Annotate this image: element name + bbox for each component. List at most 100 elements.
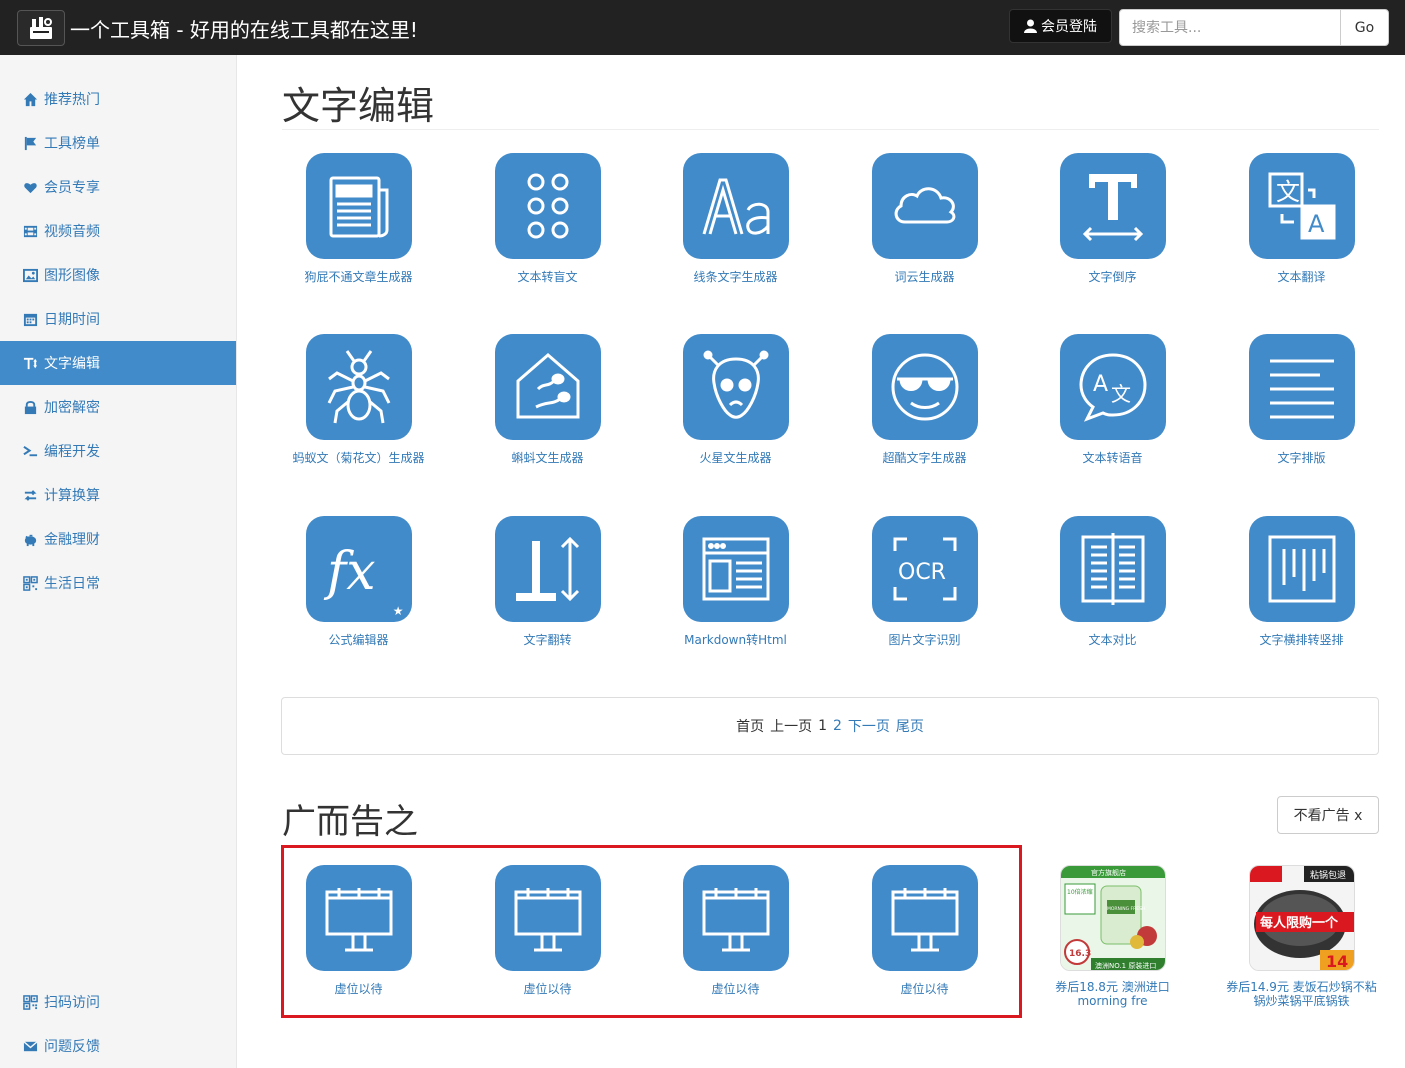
top-navbar: 一个工具箱 - 好用的在线工具都在这里! 会员登陆 Go — [0, 0, 1405, 55]
sidebar-item-scan-qr[interactable]: 扫码访问 — [0, 980, 236, 1024]
sidebar-item-label: 扫码访问 — [44, 995, 100, 1011]
ad-slot[interactable]: 虚位以待 — [830, 865, 1019, 997]
picture-icon — [22, 267, 38, 283]
sidebar-item-ranking[interactable]: 工具榜单 — [0, 121, 236, 165]
tool-item[interactable]: 文字倒序 — [1018, 153, 1207, 285]
tool-item[interactable]: 蚂蚁文（菊花文）生成器 — [264, 334, 453, 466]
product-ad[interactable]: 官方旗舰店 10倍浓缩 MORNING FRESH 16.3 澳洲NO.1 原装… — [1018, 865, 1207, 1008]
svg-text:fx: fx — [323, 542, 376, 602]
member-login-button[interactable]: 会员登陆 — [1009, 9, 1112, 43]
sidebar-item-feedback[interactable]: 问题反馈 — [0, 1024, 236, 1068]
tool-label: 文字排版 — [1277, 451, 1326, 465]
svg-text:A: A — [1093, 372, 1108, 397]
ad-slot[interactable]: 虚位以待 — [453, 865, 642, 997]
sidebar-item-daily-life[interactable]: 生活日常 — [0, 561, 236, 605]
title-divider — [282, 129, 1379, 130]
sidebar-item-datetime[interactable]: 日期时间 — [0, 297, 236, 341]
tool-item[interactable]: 线条文字生成器 — [641, 153, 830, 285]
billboard-icon — [682, 865, 789, 971]
tool-label: 火星文生成器 — [699, 451, 772, 465]
product-image-text: 澳洲NO.1 原装进口 — [1095, 961, 1156, 970]
home-icon — [22, 91, 38, 107]
svg-text:A: A — [1308, 210, 1325, 238]
sidebar-item-graphics[interactable]: 图形图像 — [0, 253, 236, 297]
search-go-button[interactable]: Go — [1340, 9, 1389, 46]
ads-title: 广而告之 — [282, 802, 418, 842]
heart-icon — [22, 179, 38, 195]
tool-item[interactable]: OCR 图片文字识别 — [830, 516, 1019, 648]
tool-item[interactable]: 词云生成器 — [830, 153, 1019, 285]
text-height-icon — [22, 355, 38, 371]
tool-item[interactable]: 火星文生成器 — [641, 334, 830, 466]
sidebar-item-hot[interactable]: 推荐热门 — [0, 77, 236, 121]
text-flip-icon — [494, 516, 601, 622]
tool-label: 文字翻转 — [523, 633, 572, 647]
newspaper-icon — [305, 153, 412, 259]
tool-label: 线条文字生成器 — [693, 270, 778, 284]
tool-item[interactable]: 蝌蚪文生成器 — [453, 334, 642, 466]
ad-slot[interactable]: 虚位以待 — [641, 865, 830, 997]
product-image-text: 14 — [1326, 952, 1348, 971]
tool-label: 狗屁不通文章生成器 — [304, 270, 413, 284]
tool-item[interactable]: 超酷文字生成器 — [830, 334, 1019, 466]
tool-label: 文本翻译 — [1277, 270, 1326, 284]
tool-item[interactable]: 文 A 文本翻译 — [1207, 153, 1396, 285]
product-image-text: 16.3 — [1069, 949, 1091, 959]
tool-item[interactable]: 文字排版 — [1207, 334, 1396, 466]
product-ad[interactable]: 粘锅包退 每人限购一个 14 券后14.9元 麦饭石炒锅不粘锅炒菜锅平底锅铁 — [1207, 865, 1396, 1008]
sidebar-item-label: 图形图像 — [44, 268, 100, 284]
sidebar-item-label: 金融理财 — [44, 532, 100, 548]
billboard-icon — [871, 865, 978, 971]
sidebar-item-programming[interactable]: 编程开发 — [0, 429, 236, 473]
tool-label: 文本转语音 — [1082, 451, 1143, 465]
tool-item[interactable]: Markdown转Html — [641, 516, 830, 648]
sidebar-item-label: 会员专享 — [44, 180, 100, 196]
sidebar-item-label: 视频音频 — [44, 224, 100, 240]
sidebar-item-finance[interactable]: 金融理财 — [0, 517, 236, 561]
tool-item[interactable]: A 文 文本转语音 — [1018, 334, 1207, 466]
page-title: 文字编辑 — [282, 84, 435, 128]
ant-icon — [305, 334, 412, 440]
site-logo[interactable] — [17, 10, 65, 46]
film-icon — [22, 223, 38, 239]
ad-slot-label: 虚位以待 — [711, 982, 760, 996]
browser-window-icon — [682, 516, 789, 622]
ad-slot-label: 虚位以待 — [523, 982, 572, 996]
sidebar-item-label: 生活日常 — [44, 576, 100, 592]
pager-next[interactable]: 下一页 — [848, 716, 890, 736]
tool-item[interactable]: 狗屁不通文章生成器 — [264, 153, 453, 285]
tool-label: 公式编辑器 — [328, 633, 389, 647]
pager-prev[interactable]: 上一页 — [770, 716, 812, 736]
tool-item[interactable]: 文本转盲文 — [453, 153, 642, 285]
tool-label: 文字倒序 — [1088, 270, 1137, 284]
cool-face-icon — [871, 334, 978, 440]
sidebar-item-crypto[interactable]: 加密解密 — [0, 385, 236, 429]
sidebar-item-video-audio[interactable]: 视频音频 — [0, 209, 236, 253]
pager-last[interactable]: 尾页 — [896, 716, 924, 736]
product-image: 粘锅包退 每人限购一个 14 — [1248, 865, 1355, 971]
sidebar-item-member[interactable]: 会员专享 — [0, 165, 236, 209]
pager-first[interactable]: 首页 — [736, 716, 764, 736]
hide-ads-button[interactable]: 不看广告 x — [1277, 796, 1379, 834]
tool-item[interactable]: 文字翻转 — [453, 516, 642, 648]
alien-icon — [682, 334, 789, 440]
billboard-icon — [494, 865, 601, 971]
sidebar-item-calculation[interactable]: 计算换算 — [0, 473, 236, 517]
ad-slot[interactable]: 虚位以待 — [264, 865, 453, 997]
site-title[interactable]: 一个工具箱 - 好用的在线工具都在这里! — [70, 14, 418, 43]
sidebar-item-text-edit[interactable]: 文字编辑 — [0, 341, 236, 385]
sidebar-item-label: 加密解密 — [44, 400, 100, 416]
terminal-icon — [22, 443, 38, 459]
sidebar-item-label: 推荐热门 — [44, 92, 100, 108]
search-input[interactable] — [1119, 9, 1341, 46]
translate-icon: 文 A — [1248, 153, 1355, 259]
vertical-text-icon — [1248, 516, 1355, 622]
tool-item[interactable]: fx ★ 公式编辑器 — [264, 516, 453, 648]
pager-page-2[interactable]: 2 — [833, 718, 842, 734]
braille-icon — [494, 153, 601, 259]
envelope-icon — [22, 1038, 38, 1054]
tool-item[interactable]: 文字横排转竖排 — [1207, 516, 1396, 648]
tool-item[interactable]: 文本对比 — [1018, 516, 1207, 648]
align-lines-icon — [1248, 334, 1355, 440]
sidebar-item-label: 文字编辑 — [44, 356, 100, 372]
